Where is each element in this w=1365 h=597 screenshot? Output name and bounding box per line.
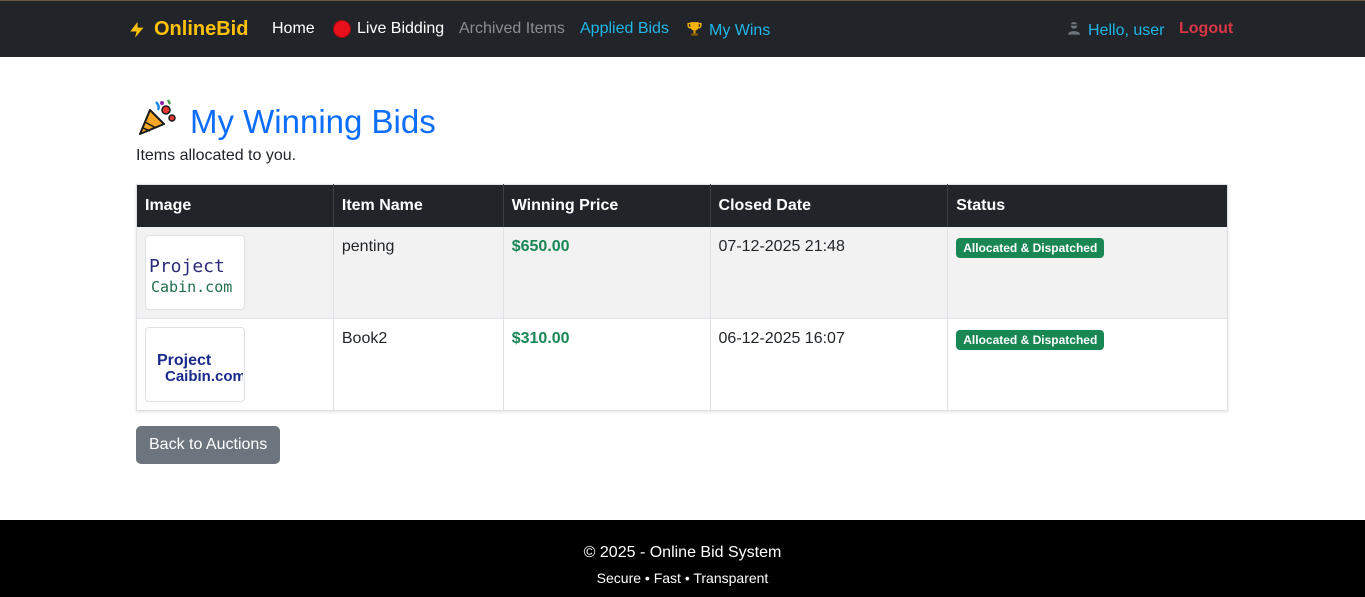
image-cell: Project Cabin.com bbox=[136, 226, 334, 319]
user-greeting-label: Hello, user bbox=[1088, 21, 1165, 39]
svg-text:Project: Project bbox=[149, 256, 225, 277]
status-badge: Allocated & Dispatched bbox=[956, 330, 1105, 350]
table-header-row: Image Item Name Winning Price Closed Dat… bbox=[136, 184, 1228, 227]
navbar: OnlineBid Home Live Bidding Archived Ite… bbox=[0, 0, 1365, 57]
image-cell: Project Caibin.com bbox=[136, 318, 334, 411]
project-cabin-logo-image: Project Caibin.com bbox=[157, 352, 243, 385]
nav-home[interactable]: Home bbox=[272, 20, 315, 38]
nav-archived-items[interactable]: Archived Items bbox=[459, 20, 565, 38]
logout-label: Logout bbox=[1179, 20, 1234, 37]
table-row: Project Cabin.com penting $650.00 07-12-… bbox=[136, 226, 1228, 319]
nav-applied-bids[interactable]: Applied Bids bbox=[580, 20, 669, 38]
nav-live-bidding[interactable]: Live Bidding bbox=[333, 20, 444, 38]
svg-text:Cabin.com: Cabin.com bbox=[151, 278, 232, 296]
price-cell: $650.00 bbox=[503, 226, 711, 319]
nav-home-label: Home bbox=[272, 20, 315, 37]
column-header-winning-price: Winning Price bbox=[503, 184, 711, 227]
status-cell: Allocated & Dispatched bbox=[947, 226, 1228, 319]
svg-text:Caibin.com: Caibin.com bbox=[165, 368, 243, 385]
column-header-status: Status bbox=[947, 184, 1228, 227]
project-cabin-logo-image: Project Cabin.com bbox=[149, 256, 232, 296]
lightning-bolt-icon bbox=[126, 19, 148, 41]
footer-tagline: Secure • Fast • Transparent bbox=[596, 570, 769, 586]
user-greeting[interactable]: Hello, user bbox=[1066, 20, 1164, 41]
status-badge: Allocated & Dispatched bbox=[956, 237, 1105, 258]
winning-bids-table: Image Item Name Winning Price Closed Dat… bbox=[136, 184, 1228, 411]
brand-name: OnlineBid bbox=[154, 18, 249, 40]
item-name-cell: Book2 bbox=[333, 318, 504, 411]
nav-applied-label: Applied Bids bbox=[580, 20, 669, 37]
back-to-auctions-button[interactable]: Back to Auctions bbox=[136, 426, 281, 464]
item-name-cell: penting bbox=[333, 226, 504, 319]
column-header-image: Image bbox=[136, 184, 334, 227]
nav-live-label: Live Bidding bbox=[357, 20, 445, 37]
item-thumbnail[interactable]: Project Caibin.com bbox=[145, 327, 245, 402]
page-title: My Winning Bids bbox=[136, 98, 436, 146]
column-header-closed-date: Closed Date bbox=[710, 184, 949, 227]
red-circle-icon bbox=[333, 20, 351, 38]
table-row: Project Caibin.com Book2 $310.00 06-12-2… bbox=[136, 318, 1228, 411]
item-thumbnail[interactable]: Project Cabin.com bbox=[145, 234, 245, 310]
brand-link[interactable]: OnlineBid bbox=[126, 18, 248, 41]
logout-link[interactable]: Logout bbox=[1179, 20, 1233, 38]
footer: © 2025 - Online Bid System Secure • Fast… bbox=[0, 520, 1365, 597]
nav-my-wins[interactable]: My Wins bbox=[686, 20, 770, 42]
party-popper-icon bbox=[136, 98, 178, 146]
price-cell: $310.00 bbox=[503, 318, 711, 411]
nav-archived-label: Archived Items bbox=[459, 20, 565, 37]
trophy-icon bbox=[686, 20, 703, 42]
status-cell: Allocated & Dispatched bbox=[947, 318, 1228, 411]
page-title-text: My Winning Bids bbox=[190, 103, 436, 140]
svg-text:Project: Project bbox=[157, 352, 212, 369]
footer-copyright: © 2025 - Online Bid System bbox=[583, 544, 782, 561]
column-header-item-name: Item Name bbox=[333, 184, 504, 227]
closed-date-cell: 07-12-2025 21:48 bbox=[710, 226, 949, 319]
closed-date-cell: 06-12-2025 16:07 bbox=[710, 318, 949, 411]
nav-wins-label: My Wins bbox=[709, 22, 771, 39]
page-subtitle: Items allocated to you. bbox=[136, 147, 297, 164]
user-icon bbox=[1066, 20, 1082, 41]
